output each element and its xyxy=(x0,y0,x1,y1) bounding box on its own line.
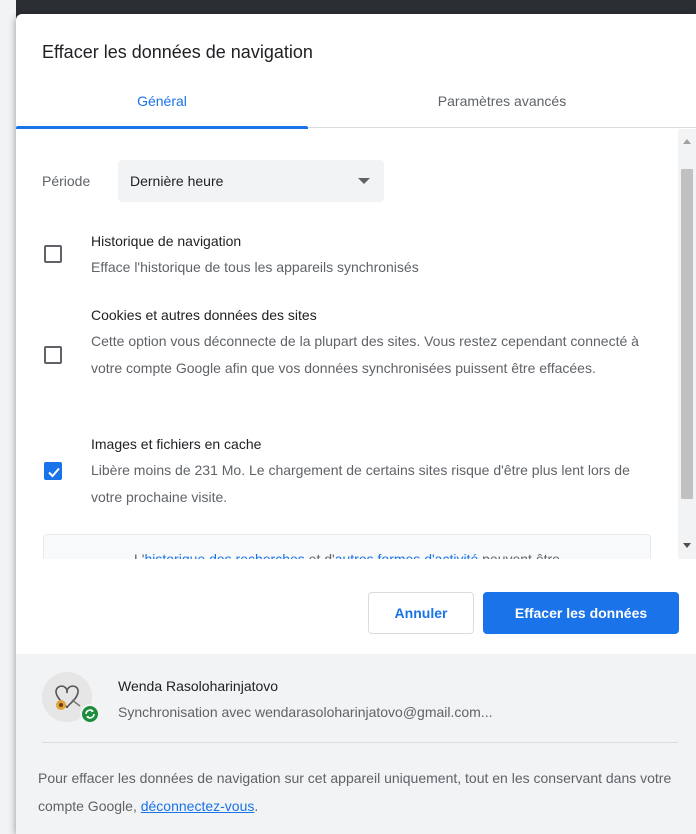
search-history-info: L'historique des recherches et d'autres … xyxy=(43,534,651,559)
option-browsing-history[interactable]: Historique de navigation Efface l'histor… xyxy=(16,229,676,289)
cached-images-checkbox[interactable] xyxy=(44,462,62,480)
clear-data-button[interactable]: Effacer les données xyxy=(483,592,679,634)
option-title: Images et fichiers en cache xyxy=(91,436,262,452)
period-label: Période xyxy=(42,173,91,189)
background-page xyxy=(0,0,16,834)
tab-advanced-settings[interactable]: Paramètres avancés xyxy=(308,84,696,128)
option-description: Libère moins de 231 Mo. Le chargement de… xyxy=(91,462,630,505)
period-value: Dernière heure xyxy=(130,173,224,189)
scrollbar[interactable] xyxy=(678,129,696,559)
browser-top-bar xyxy=(0,0,696,14)
tab-general[interactable]: Général xyxy=(16,84,308,129)
dialog-body: Période Dernière heure Historique de nav… xyxy=(16,129,696,559)
period-dropdown[interactable]: Dernière heure xyxy=(118,160,384,202)
option-cached-images[interactable]: Images et fichiers en cache Libère moins… xyxy=(16,432,676,512)
option-cookies[interactable]: Cookies et autres données des sites Cett… xyxy=(16,303,676,413)
footer-divider xyxy=(42,742,678,743)
checkmark-icon xyxy=(48,467,60,478)
footer-note-text: Pour effacer les données de navigation s… xyxy=(38,770,672,814)
sign-out-link[interactable]: déconnectez-vous xyxy=(141,798,255,814)
clear-browsing-data-dialog: Effacer les données de navigation Généra… xyxy=(16,14,696,834)
scroll-down-icon[interactable] xyxy=(683,543,691,548)
dropdown-arrow-icon xyxy=(358,178,370,184)
tab-bar: Général Paramètres avancés xyxy=(16,84,696,129)
cancel-button[interactable]: Annuler xyxy=(368,592,474,634)
info-text-middle: et d' xyxy=(304,551,335,559)
cookies-checkbox[interactable] xyxy=(44,346,62,364)
account-footer: Wenda Rasoloharinjatovo Synchronisation … xyxy=(16,654,696,834)
search-history-link[interactable]: historique des recherches xyxy=(144,551,304,559)
other-activity-link[interactable]: autres formes d'activité xyxy=(335,551,479,559)
sync-icon xyxy=(80,704,100,724)
scroll-thumb[interactable] xyxy=(681,169,693,499)
dialog-title: Effacer les données de navigation xyxy=(42,42,313,62)
option-description: Efface l'historique de tous les appareil… xyxy=(91,259,419,275)
option-title: Cookies et autres données des sites xyxy=(91,307,317,323)
scroll-up-icon[interactable] xyxy=(683,139,691,144)
account-sync-status: Synchronisation avec wendarasoloharinjat… xyxy=(118,704,493,720)
footer-note-end: . xyxy=(254,798,259,814)
info-text-suffix: peuvent être xyxy=(478,551,560,559)
option-description: Cette option vous déconnecte de la plupa… xyxy=(91,333,639,376)
account-name: Wenda Rasoloharinjatovo xyxy=(118,678,279,694)
browsing-history-checkbox[interactable] xyxy=(44,245,62,263)
option-title: Historique de navigation xyxy=(91,233,242,249)
info-text-prefix: L' xyxy=(134,551,145,559)
footer-note: Pour effacer les données de navigation s… xyxy=(38,764,678,820)
